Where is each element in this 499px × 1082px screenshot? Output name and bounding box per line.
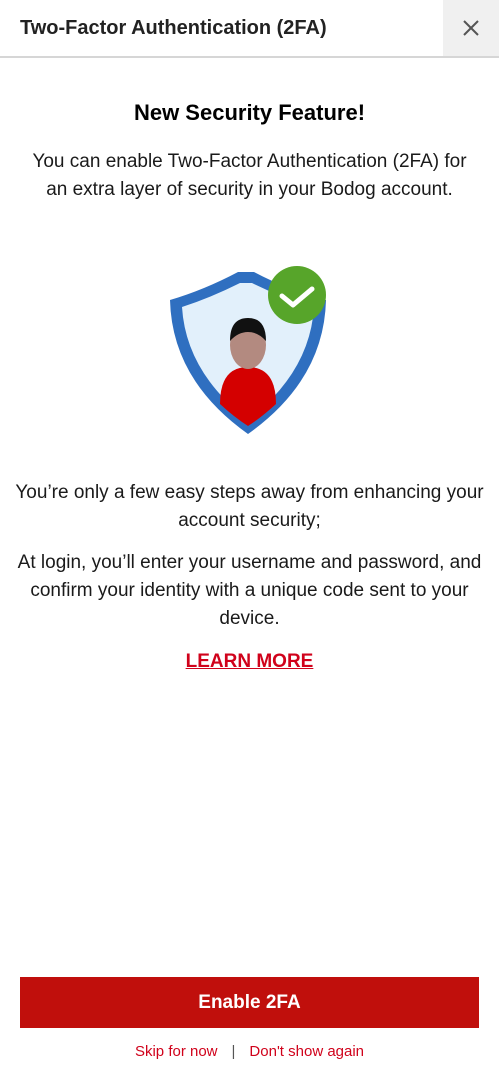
close-button[interactable] [443, 0, 499, 56]
modal-header: Two-Factor Authentication (2FA) [0, 0, 499, 58]
dont-show-again-link[interactable]: Don't show again [249, 1043, 364, 1060]
steps-text: You’re only a few easy steps away from e… [15, 482, 484, 531]
learn-more-link[interactable]: LEARN MORE [0, 651, 499, 673]
check-badge [268, 266, 326, 324]
login-info-text: At login, you’ll enter your username and… [17, 552, 482, 629]
footer-links: Skip for now | Don't show again [0, 1043, 499, 1060]
close-icon [463, 20, 479, 36]
shield-user-check-icon [170, 266, 326, 434]
intro-text: You can enable Two-Factor Authentication… [32, 151, 467, 200]
link-separator: | [231, 1043, 236, 1060]
enable-2fa-button[interactable]: Enable 2FA [20, 977, 479, 1028]
feature-title: New Security Feature! [133, 100, 366, 125]
skip-for-now-link[interactable]: Skip for now [135, 1043, 218, 1060]
modal-title: Two-Factor Authentication (2FA) [20, 17, 327, 39]
